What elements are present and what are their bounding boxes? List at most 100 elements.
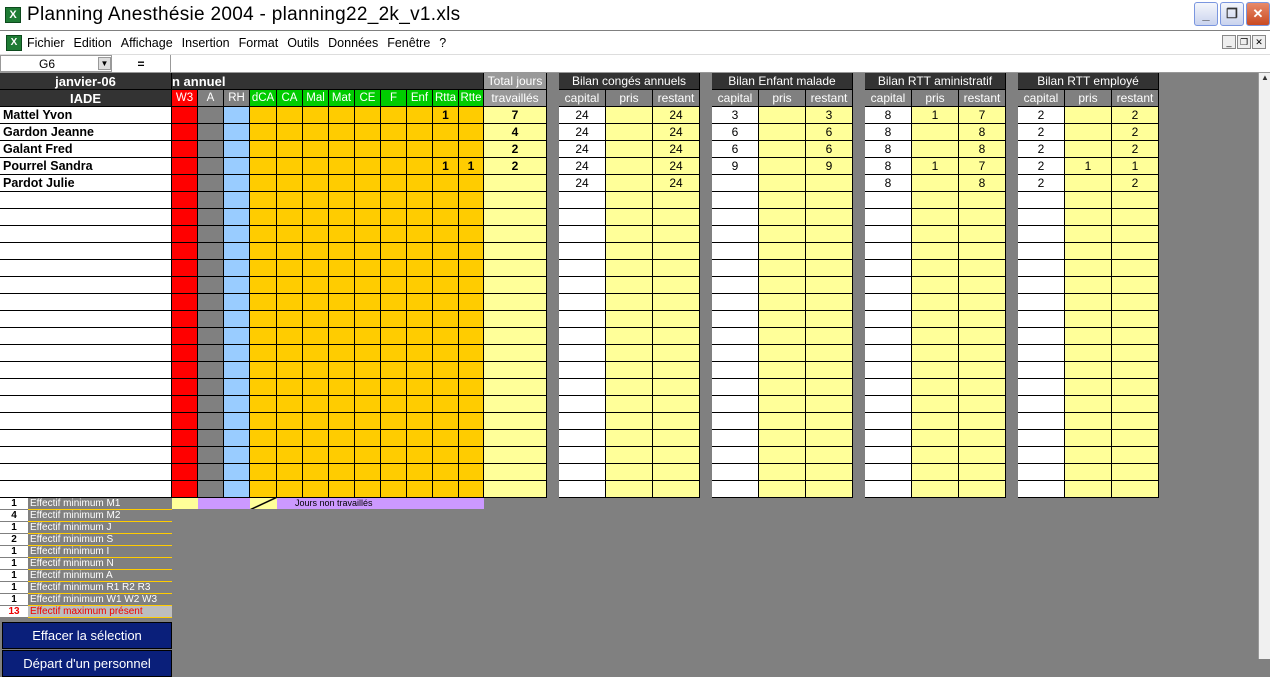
bilan-1-cell[interactable] — [712, 209, 759, 226]
code-cell-mal[interactable] — [303, 447, 329, 464]
code-cell-dca[interactable] — [250, 107, 277, 124]
bilan-3-cell[interactable] — [1065, 345, 1112, 362]
bilan-1-cell[interactable] — [712, 345, 759, 362]
bilan-0-cell[interactable] — [559, 464, 606, 481]
code-cell-dca[interactable] — [250, 277, 277, 294]
bilan-0-cell[interactable]: 24 — [653, 107, 700, 124]
code-cell-ca[interactable] — [277, 124, 303, 141]
code-cell-rtte[interactable] — [459, 328, 484, 345]
code-cell-ce[interactable] — [355, 107, 381, 124]
code-cell-mal[interactable] — [303, 141, 329, 158]
effectif-count[interactable]: 1 — [0, 522, 28, 534]
code-cell-dca[interactable] — [250, 362, 277, 379]
code-cell-ce[interactable] — [355, 447, 381, 464]
code-cell-rh[interactable] — [224, 226, 250, 243]
code-cell-w3[interactable] — [172, 226, 198, 243]
code-cell-ce[interactable] — [355, 362, 381, 379]
code-cell-ce[interactable] — [355, 175, 381, 192]
code-cell-dca[interactable] — [250, 260, 277, 277]
bilan-1-cell[interactable] — [806, 226, 853, 243]
bilan-1-cell[interactable] — [759, 413, 806, 430]
bilan-3-cell[interactable]: 2 — [1018, 107, 1065, 124]
code-cell-dca[interactable] — [250, 430, 277, 447]
bilan-2-cell[interactable] — [912, 362, 959, 379]
bilan-1-cell[interactable] — [712, 175, 759, 192]
row-name[interactable] — [0, 328, 172, 345]
code-cell-enf[interactable] — [407, 345, 433, 362]
bilan-2-cell[interactable]: 8 — [865, 124, 912, 141]
code-cell-w3[interactable] — [172, 243, 198, 260]
bilan-2-cell[interactable] — [912, 260, 959, 277]
code-cell-mal[interactable] — [303, 413, 329, 430]
bilan-2-cell[interactable] — [912, 192, 959, 209]
bilan-0-cell[interactable] — [653, 379, 700, 396]
code-cell-rtte[interactable] — [459, 345, 484, 362]
code-cell-rh[interactable] — [224, 107, 250, 124]
code-cell-rtta[interactable] — [433, 396, 459, 413]
bilan-3-cell[interactable]: 1 — [1065, 158, 1112, 175]
bilan-0-cell[interactable] — [606, 107, 653, 124]
total-cell[interactable] — [484, 430, 547, 447]
bilan-2-cell[interactable] — [912, 328, 959, 345]
bilan-3-cell[interactable] — [1018, 260, 1065, 277]
bilan-1-cell[interactable] — [806, 192, 853, 209]
code-cell-rtte[interactable] — [459, 362, 484, 379]
bilan-2-cell[interactable] — [912, 277, 959, 294]
code-cell-f[interactable] — [381, 192, 407, 209]
bilan-3-cell[interactable] — [1112, 396, 1159, 413]
bilan-0-cell[interactable] — [653, 277, 700, 294]
bilan-0-cell[interactable] — [653, 243, 700, 260]
bilan-3-cell[interactable]: 2 — [1018, 141, 1065, 158]
bilan-2-cell[interactable] — [959, 311, 1006, 328]
bilan-3-cell[interactable] — [1065, 294, 1112, 311]
code-cell-rh[interactable] — [224, 430, 250, 447]
total-cell[interactable] — [484, 226, 547, 243]
code-cell-a[interactable] — [198, 277, 224, 294]
row-name[interactable] — [0, 226, 172, 243]
code-cell-a[interactable] — [198, 141, 224, 158]
row-name[interactable] — [0, 260, 172, 277]
code-cell-ca[interactable] — [277, 192, 303, 209]
code-cell-rh[interactable] — [224, 294, 250, 311]
bilan-3-cell[interactable] — [1065, 107, 1112, 124]
code-cell-mal[interactable] — [303, 226, 329, 243]
bilan-3-cell[interactable] — [1018, 345, 1065, 362]
code-cell-rh[interactable] — [224, 175, 250, 192]
code-cell-ca[interactable] — [277, 396, 303, 413]
row-name[interactable] — [0, 447, 172, 464]
code-cell-ce[interactable] — [355, 430, 381, 447]
row-name[interactable]: Pardot Julie — [0, 175, 172, 192]
code-cell-a[interactable] — [198, 226, 224, 243]
code-cell-rtte[interactable] — [459, 413, 484, 430]
code-cell-enf[interactable] — [407, 294, 433, 311]
bilan-2-cell[interactable] — [959, 464, 1006, 481]
code-cell-mal[interactable] — [303, 379, 329, 396]
total-cell[interactable] — [484, 464, 547, 481]
code-cell-rh[interactable] — [224, 277, 250, 294]
code-cell-rh[interactable] — [224, 447, 250, 464]
row-name[interactable] — [0, 277, 172, 294]
bilan-2-cell[interactable] — [865, 430, 912, 447]
code-cell-mal[interactable] — [303, 345, 329, 362]
bilan-0-cell[interactable] — [653, 294, 700, 311]
bilan-3-cell[interactable] — [1065, 277, 1112, 294]
bilan-0-cell[interactable] — [606, 158, 653, 175]
bilan-2-cell[interactable] — [912, 209, 959, 226]
bilan-2-cell[interactable] — [959, 345, 1006, 362]
code-cell-w3[interactable] — [172, 192, 198, 209]
code-cell-w3[interactable] — [172, 260, 198, 277]
bilan-3-cell[interactable] — [1065, 362, 1112, 379]
bilan-2-cell[interactable] — [865, 396, 912, 413]
code-cell-ce[interactable] — [355, 396, 381, 413]
code-cell-rtta[interactable] — [433, 328, 459, 345]
code-cell-ca[interactable] — [277, 328, 303, 345]
code-cell-rtte[interactable] — [459, 481, 484, 498]
code-cell-mat[interactable] — [329, 362, 355, 379]
bilan-1-cell[interactable] — [759, 277, 806, 294]
effectif-count[interactable]: 1 — [0, 570, 28, 582]
code-cell-w3[interactable] — [172, 413, 198, 430]
code-cell-dca[interactable] — [250, 345, 277, 362]
bilan-0-cell[interactable]: 24 — [559, 141, 606, 158]
row-name[interactable] — [0, 209, 172, 226]
doc-minimize-button[interactable]: _ — [1222, 35, 1236, 49]
